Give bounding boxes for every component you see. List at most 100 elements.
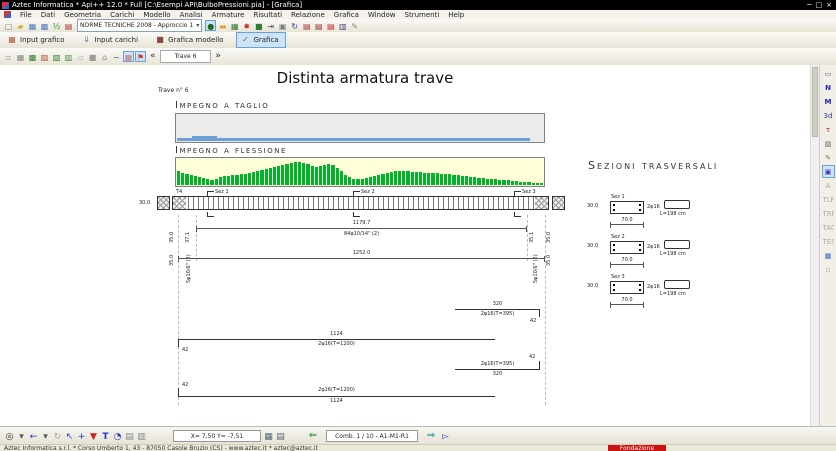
menu-file[interactable]: File — [20, 11, 32, 19]
drawing-canvas[interactable]: Distinta armatura trave Trave n° 6 Impeg… — [0, 65, 812, 426]
dim-line — [610, 264, 644, 265]
option-table-icon[interactable]: ▤ — [275, 430, 286, 443]
rebar3-hook-dim: 42 — [529, 354, 535, 360]
sketch-icon[interactable]: ✎ — [822, 151, 835, 164]
scrollbar-thumb[interactable] — [812, 67, 818, 137]
save-all-icon[interactable]: ▩ — [39, 20, 50, 31]
new-file-icon[interactable]: ▢ — [3, 20, 14, 31]
close-button[interactable]: × — [826, 0, 832, 10]
minimize-button[interactable]: ─ — [807, 0, 811, 10]
menu-relazione[interactable]: Relazione — [291, 11, 325, 19]
materials-icon[interactable]: ▬ — [217, 20, 228, 31]
normal-force-icon[interactable]: N — [822, 81, 835, 94]
model-check-icon[interactable]: ■ — [253, 20, 264, 31]
prev-tab-button[interactable]: « — [146, 50, 160, 63]
refresh-view-icon[interactable]: ↻ — [52, 430, 63, 443]
blank-tool-icon[interactable]: ▫ — [822, 263, 835, 276]
menu-modello[interactable]: Modello — [143, 11, 170, 19]
axial-icon[interactable]: A — [822, 179, 835, 192]
page-edit-icon[interactable]: ✎ — [349, 20, 360, 31]
pan-caret-icon[interactable]: ▾ — [40, 430, 51, 443]
tag-icon[interactable]: TAG — [822, 221, 835, 234]
menu-carichi[interactable]: Carichi — [110, 11, 134, 19]
hatch-icon[interactable]: ▨ — [822, 137, 835, 150]
snapshot-icon[interactable]: ▤ — [124, 430, 135, 443]
next-combination-button[interactable]: ⇒ — [424, 429, 438, 443]
blank-select-icon[interactable]: ▫ — [3, 51, 14, 62]
run-analysis-icon[interactable]: ● — [205, 20, 216, 31]
diagram-bar — [482, 178, 485, 185]
next-tab-button[interactable]: » — [211, 50, 225, 63]
table-report-icon[interactable]: ▤ — [301, 20, 312, 31]
delete-mark-icon[interactable]: ▼ — [88, 430, 99, 443]
redraw-icon[interactable]: ↻ — [289, 20, 300, 31]
units-icon[interactable]: ½ — [51, 20, 62, 31]
menu-dati[interactable]: Dati — [41, 11, 55, 19]
solid-view-icon[interactable]: ■ — [87, 51, 98, 62]
sections-pair-icon[interactable]: ▣ — [822, 165, 835, 178]
rebar-view-icon[interactable]: ⚑ — [135, 51, 146, 62]
norme-dropdown[interactable]: NORME TECNICHE 2008 - Approccio 1 ▾ — [77, 19, 202, 32]
menu-help[interactable]: Help — [448, 11, 464, 19]
trf-icon[interactable]: TRF — [822, 207, 835, 220]
prev-combination-button[interactable]: ⇐ — [306, 429, 320, 443]
menu-window[interactable]: Window — [368, 11, 396, 19]
menu-strumenti[interactable]: Strumenti — [405, 11, 440, 19]
gray-view-icon[interactable]: ▱ — [75, 51, 86, 62]
table-edit-icon[interactable]: ▤ — [313, 20, 324, 31]
grid-toggle-icon[interactable]: ▦ — [15, 51, 26, 62]
import-icon[interactable]: ⇥ — [265, 20, 276, 31]
diagram-bar — [185, 174, 188, 185]
world-icon[interactable]: ◔ — [112, 430, 123, 443]
open-folder-icon[interactable]: ▰ — [15, 20, 26, 31]
menu-analisi[interactable]: Analisi — [180, 11, 203, 19]
moment-icon[interactable]: M — [822, 95, 835, 108]
sez1-bars: 2φ16 — [647, 204, 660, 210]
render-view-icon[interactable]: ▨ — [39, 51, 50, 62]
zoom-icon[interactable]: ◎ — [4, 430, 15, 443]
lift-view-icon[interactable]: ⌂ — [99, 51, 110, 62]
foundation-view-icon[interactable]: ▥ — [63, 51, 74, 62]
sez1-stirrup-length: L=198 cm — [660, 211, 686, 217]
tab-trave-6[interactable]: Trave 6 — [160, 50, 212, 63]
navigation-icon-group: ◎▾←▾↻↖+▼T◔▤▥ — [4, 430, 147, 443]
pan-back-icon[interactable]: ← — [28, 430, 39, 443]
zoom-caret-icon[interactable]: ▾ — [16, 430, 27, 443]
tlf-icon[interactable]: TLF — [822, 193, 835, 206]
menu-risultati[interactable]: Risultati — [253, 11, 282, 19]
armature-table-icon[interactable]: ▦ — [123, 51, 134, 62]
wizard-icon[interactable]: ✸ — [241, 20, 252, 31]
shear-icon[interactable]: τ — [822, 123, 835, 136]
layers-icon[interactable]: ▦ — [822, 249, 835, 262]
mode-input-carichi[interactable]: ⇓ Input carichi — [78, 32, 146, 48]
company-info: Aztec Informatica s.r.l. * Corso Umberto… — [4, 445, 318, 451]
mode-input-grafico[interactable]: ▦ Input grafico — [3, 32, 72, 48]
animate-icon[interactable]: ▻ — [440, 430, 451, 443]
menu-armature[interactable]: Armature — [212, 11, 245, 19]
terrain-view-icon[interactable]: ▧ — [51, 51, 62, 62]
text-tool-icon[interactable]: T — [100, 430, 111, 443]
measure-icon[interactable]: + — [76, 430, 87, 443]
menu-geometria[interactable]: Geometria — [64, 11, 101, 19]
bottom-toolbar: ◎▾←▾↻↖+▼T◔▤▥ X= 7,50 Y= -7,51 ▦▤ ⇐ Comb.… — [0, 426, 836, 445]
mesh-icon[interactable]: ▦ — [229, 20, 240, 31]
vertical-scrollbar[interactable] — [810, 65, 819, 426]
3d-view-icon[interactable]: 3d — [822, 109, 835, 122]
section-curve-icon[interactable]: ~ — [111, 51, 122, 62]
save-icon[interactable]: ▦ — [27, 20, 38, 31]
print-icon[interactable]: ▥ — [337, 20, 348, 31]
mode-grafica[interactable]: ✓ Grafica — [236, 32, 285, 48]
clipboard-icon[interactable]: ▥ — [136, 430, 147, 443]
select-arrow-icon[interactable]: ↖ — [64, 430, 75, 443]
frame-icon[interactable]: ▣ — [277, 20, 288, 31]
maximize-button[interactable]: □ — [816, 0, 823, 10]
table-delete-icon[interactable]: ▤ — [325, 20, 336, 31]
shear-heading: Impegno a taglio — [175, 100, 269, 111]
geometry-view-icon[interactable]: ▭ — [822, 67, 835, 80]
mode-grafica-modello[interactable]: ■ Grafica modello — [151, 32, 230, 48]
option-grid-icon[interactable]: ▦ — [263, 430, 274, 443]
tes-icon[interactable]: TES — [822, 235, 835, 248]
model-view-icon[interactable]: ▩ — [27, 51, 38, 62]
codes-table-icon[interactable]: ▤ — [63, 20, 74, 31]
menu-grafica[interactable]: Grafica — [334, 11, 359, 19]
